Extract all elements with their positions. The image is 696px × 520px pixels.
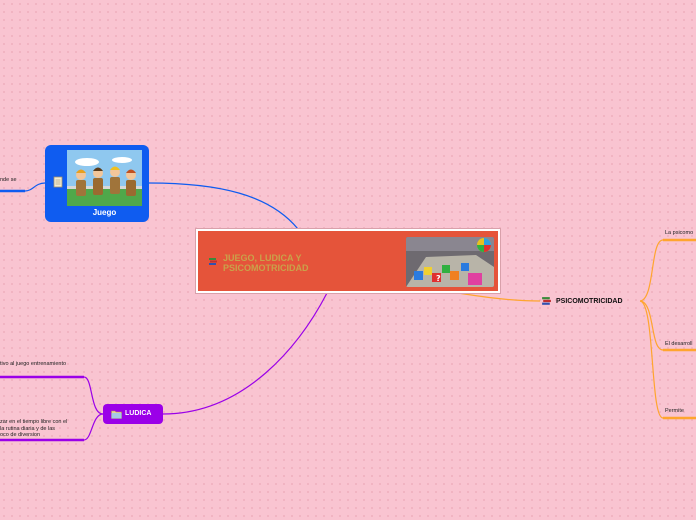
books-icon [542,297,551,305]
branch-ludica [162,292,328,415]
children-sack-race-image [67,150,142,206]
svg-text:?: ? [436,274,441,283]
ludica-child-2-line: oco de diversion [0,432,41,438]
board-game-image: ? [406,237,494,287]
branch-psico-child-1 [639,239,664,302]
psico-child-2[interactable]: El desarroll [665,341,693,348]
branch-psico-child-2 [639,300,664,351]
branch-ludica-child-1 [83,376,104,415]
branch-ludica-child-2 [83,413,104,441]
juego-node[interactable]: Juego [45,145,149,222]
central-topic[interactable]: JUEGO, LUDICA Y PSICOMOTRICIDAD ? [196,229,500,293]
juego-child-text[interactable]: nde se [0,177,17,184]
juego-label: Juego [92,208,117,217]
branch-juego [148,182,299,230]
note-icon [53,176,63,188]
folder-icon [111,410,122,419]
branch-psico [457,292,541,302]
ludica-child-2[interactable]: zar en el tiempo libre con el la rutina … [0,419,67,439]
books-icon [209,258,217,265]
psicomotricidad-label[interactable]: PSICOMOTRICIDAD [556,298,623,305]
ludica-child-1[interactable]: tivo al juego entrenamiento [0,361,66,368]
psico-child-3[interactable]: Permite [665,408,684,415]
ludica-label: LUDICA [125,410,152,417]
ludica-node[interactable]: LUDICA [103,404,163,424]
psico-child-1[interactable]: La psicomo [665,230,693,237]
branch-psico-child-3 [639,300,664,419]
central-title: JUEGO, LUDICA Y PSICOMOTRICIDAD [223,253,309,273]
ludica-child-2-line: zar en el tiempo libre con el [0,419,68,425]
